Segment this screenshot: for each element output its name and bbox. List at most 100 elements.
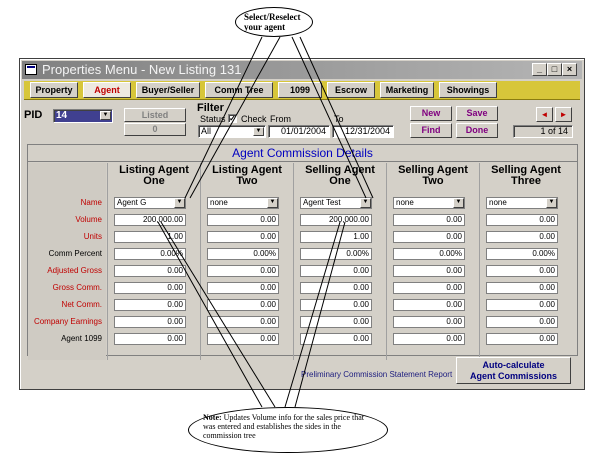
- agent-name-select[interactable]: none ▼: [207, 197, 279, 209]
- tab-marketing[interactable]: Marketing: [380, 82, 434, 98]
- chevron-down-icon[interactable]: ▼: [174, 198, 185, 208]
- comm-percent-field[interactable]: 0.00%: [207, 248, 279, 260]
- tab-comm-tree[interactable]: Comm Tree: [205, 82, 273, 98]
- status-select[interactable]: All ▼: [198, 125, 266, 138]
- from-date-input[interactable]: 01/01/2004: [268, 125, 330, 138]
- chevron-down-icon[interactable]: ▼: [360, 198, 371, 208]
- comm-percent-field[interactable]: 0.00%: [300, 248, 372, 260]
- adjusted-gross-field[interactable]: 0.00: [486, 265, 558, 277]
- net-comm-field[interactable]: 0.00: [300, 299, 372, 311]
- column-listing-agent-one: Listing Agent One Agent G ▼ 200,000.00 1.…: [107, 163, 199, 360]
- agent-1099-field[interactable]: 0.00: [300, 333, 372, 345]
- previous-record-button[interactable]: ◄: [536, 107, 553, 122]
- pid-select[interactable]: 14 ▼: [53, 109, 113, 123]
- agent-name-select[interactable]: none ▼: [486, 197, 558, 209]
- company-earnings-field[interactable]: 0.00: [300, 316, 372, 328]
- volume-field[interactable]: 200,000.00: [300, 214, 372, 226]
- close-button[interactable]: ×: [562, 63, 577, 76]
- tab-property[interactable]: Property: [30, 82, 78, 98]
- save-button[interactable]: Save: [456, 106, 498, 121]
- tab-escrow[interactable]: Escrow: [327, 82, 375, 98]
- agent-name-select[interactable]: Agent G ▼: [114, 197, 186, 209]
- agent-1099-field[interactable]: 0.00: [114, 333, 186, 345]
- chevron-down-icon[interactable]: ▼: [453, 198, 464, 208]
- company-earnings-field[interactable]: 0.00: [114, 316, 186, 328]
- row-label-company-earnings: Company Earnings: [33, 317, 102, 326]
- new-button[interactable]: New: [410, 106, 452, 121]
- done-button[interactable]: Done: [456, 123, 498, 138]
- to-date-input[interactable]: 12/31/2004: [332, 125, 394, 138]
- net-comm-field[interactable]: 0.00: [114, 299, 186, 311]
- chevron-down-icon[interactable]: ▼: [267, 198, 278, 208]
- units-field[interactable]: 1.00: [300, 231, 372, 243]
- nav-tab-strip: Property Agent Buyer/Seller Comm Tree 10…: [24, 81, 580, 100]
- minimize-button[interactable]: _: [532, 63, 547, 76]
- units-field[interactable]: 0.00: [486, 231, 558, 243]
- listed-button[interactable]: Listed: [124, 108, 186, 122]
- agent-1099-field[interactable]: 0.00: [207, 333, 279, 345]
- adjusted-gross-field[interactable]: 0.00: [114, 265, 186, 277]
- pid-value: 14: [56, 110, 68, 121]
- agent-1099-field[interactable]: 0.00: [486, 333, 558, 345]
- comm-percent-field[interactable]: 0.00%: [393, 248, 465, 260]
- gross-comm-field[interactable]: 0.00: [207, 282, 279, 294]
- company-earnings-field[interactable]: 0.00: [486, 316, 558, 328]
- maximize-button[interactable]: □: [547, 63, 562, 76]
- chevron-down-icon[interactable]: ▼: [546, 198, 557, 208]
- comm-percent-field[interactable]: 0.00%: [114, 248, 186, 260]
- company-earnings-field[interactable]: 0.00: [207, 316, 279, 328]
- auto-calculate-line1: Auto-calculate: [482, 360, 545, 370]
- gross-comm-field[interactable]: 0.00: [114, 282, 186, 294]
- preliminary-commission-report-link[interactable]: Preliminary Commission Statement Report: [301, 370, 452, 379]
- agent-name-select[interactable]: Agent Test ▼: [300, 197, 372, 209]
- next-record-button[interactable]: ►: [555, 107, 572, 122]
- comm-percent-field[interactable]: 0.00%: [486, 248, 558, 260]
- listed-label: Listed: [141, 110, 169, 120]
- net-comm-field[interactable]: 0.00: [486, 299, 558, 311]
- callout-note: Note: Updates Volume info for the sales …: [188, 407, 388, 453]
- status-label: Status: [200, 114, 226, 124]
- find-button[interactable]: Find: [410, 123, 452, 138]
- agent-name-select[interactable]: none ▼: [393, 197, 465, 209]
- volume-field[interactable]: 0.00: [207, 214, 279, 226]
- callout-note-text: Updates Volume info for the sales price …: [203, 413, 364, 440]
- volume-field[interactable]: 0.00: [393, 214, 465, 226]
- auto-calculate-line2: Agent Commissions: [469, 371, 557, 381]
- from-date-value: 01/01/2004: [280, 126, 326, 136]
- to-label: To: [334, 114, 344, 124]
- column-subheader: Two: [422, 175, 444, 187]
- tab-agent[interactable]: Agent: [83, 82, 131, 98]
- callout-select-agent-text: Select/Reselect your agent: [244, 12, 301, 32]
- units-field[interactable]: 0.00: [393, 231, 465, 243]
- details-title: Agent Commission Details: [28, 145, 577, 162]
- volume-field[interactable]: 0.00: [486, 214, 558, 226]
- auto-calculate-button[interactable]: Auto-calculate Agent Commissions: [456, 357, 571, 384]
- adjusted-gross-field[interactable]: 0.00: [393, 265, 465, 277]
- check-checkbox[interactable]: ✓: [228, 114, 237, 123]
- column-selling-agent-two: Selling Agent Two none ▼ 0.00 0.00 0.00% …: [386, 163, 478, 360]
- agent-name-value: Agent Test: [303, 198, 341, 207]
- filter-title: Filter: [197, 102, 224, 114]
- company-earnings-field[interactable]: 0.00: [393, 316, 465, 328]
- tab-1099[interactable]: 1099: [278, 82, 322, 98]
- chevron-down-icon[interactable]: ▼: [100, 111, 111, 120]
- status-value: All: [201, 126, 212, 136]
- tab-showings[interactable]: Showings: [439, 82, 497, 98]
- tab-buyer-seller[interactable]: Buyer/Seller: [136, 82, 200, 98]
- to-date-value: 12/31/2004: [344, 126, 390, 136]
- adjusted-gross-field[interactable]: 0.00: [300, 265, 372, 277]
- volume-field[interactable]: 200,000.00: [114, 214, 186, 226]
- agent-name-value: none: [210, 198, 228, 207]
- column-listing-agent-two: Listing Agent Two none ▼ 0.00 0.00 0.00% …: [200, 163, 292, 360]
- chevron-down-icon[interactable]: ▼: [253, 127, 264, 136]
- units-field[interactable]: 0.00: [207, 231, 279, 243]
- gross-comm-field[interactable]: 0.00: [486, 282, 558, 294]
- net-comm-field[interactable]: 0.00: [393, 299, 465, 311]
- agent-1099-field[interactable]: 0.00: [393, 333, 465, 345]
- net-comm-field[interactable]: 0.00: [207, 299, 279, 311]
- gross-comm-field[interactable]: 0.00: [300, 282, 372, 294]
- adjusted-gross-field[interactable]: 0.00: [207, 265, 279, 277]
- gross-comm-field[interactable]: 0.00: [393, 282, 465, 294]
- units-field[interactable]: 1.00: [114, 231, 186, 243]
- row-label-agent-1099: Agent 1099: [61, 334, 102, 343]
